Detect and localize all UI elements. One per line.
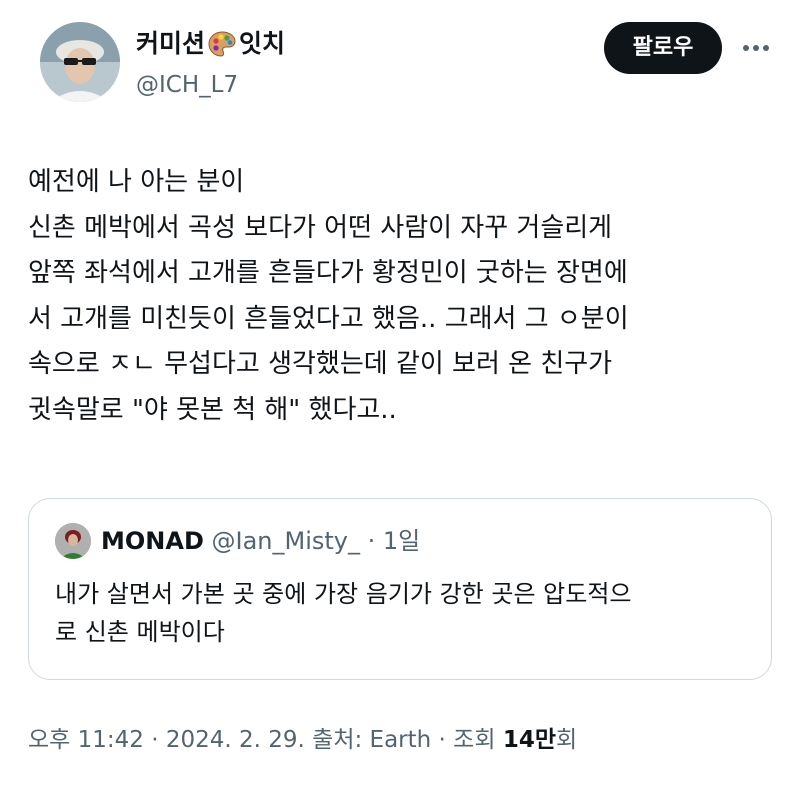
quote-time[interactable]: 1일 <box>383 527 420 555</box>
quoted-tweet[interactable]: MONAD @Ian_Misty_ · 1일 내가 살면서 가본 곳 중에 가장… <box>28 498 772 680</box>
quote-line: 로 신촌 메박이다 <box>55 618 225 646</box>
tweet-time[interactable]: 오후 11:42 <box>28 727 144 753</box>
tweet-text: 예전에 나 아는 분이 신촌 메박에서 곡성 보다가 어떤 사람이 자꾸 거슬리… <box>28 160 778 433</box>
quote-author-name[interactable]: MONAD <box>101 527 204 555</box>
tweet-meta: 오후 11:42 · 2024. 2. 29. 출처: Earth · 조회 1… <box>28 720 577 760</box>
tweet-card: 커미션 잇치 @ICH_L7 팔로우 예전에 나 아는 분이 신촌 메박에서 곡… <box>0 0 800 792</box>
quote-line: 내가 살면서 가본 곳 중에 가장 음기가 강한 곳은 압도적으 <box>55 580 632 608</box>
author-display-name[interactable]: 커미션 잇치 <box>136 28 285 60</box>
author-handle[interactable]: @ICH_L7 <box>136 70 238 100</box>
more-horizontal-icon[interactable] <box>738 30 774 66</box>
quote-separator: · <box>360 527 383 555</box>
display-name-prefix: 커미션 <box>136 29 206 58</box>
tweet-date[interactable]: 2024. 2. 29. <box>166 727 305 753</box>
quote-header: MONAD @Ian_Misty_ · 1일 <box>101 521 420 561</box>
quote-author-avatar[interactable] <box>55 523 91 559</box>
tweet-line: 앞쪽 좌석에서 고개를 흔들다가 황정민이 굿하는 장면에 <box>28 258 628 288</box>
follow-button[interactable]: 팔로우 <box>604 22 722 74</box>
tweet-line: 서 고개를 미친듯이 흔들었다고 했음.. 그래서 그 ㅇ분이 <box>28 303 629 334</box>
tweet-line: 신촌 메박에서 곡성 보다가 어떤 사람이 자꾸 거슬리게 <box>28 212 613 243</box>
author-avatar[interactable] <box>40 22 120 102</box>
views-suffix: 회 <box>555 727 578 753</box>
palette-icon <box>207 29 237 59</box>
views-count[interactable]: 14만 <box>503 727 556 753</box>
tweet-line: 귓속말로 "야 못본 척 해" 했다고.. <box>28 394 397 425</box>
display-name-suffix: 잇치 <box>239 29 286 58</box>
tweet-line: 속으로 ㅈㄴ 무섭다고 생각했는데 같이 보러 온 친구가 <box>28 349 613 379</box>
quote-author-handle[interactable]: @Ian_Misty_ <box>212 527 361 555</box>
meta-separator: · <box>431 727 454 753</box>
tweet-source: 출처: Earth <box>312 727 432 753</box>
meta-separator: · <box>143 727 166 753</box>
quote-text: 내가 살면서 가본 곳 중에 가장 음기가 강한 곳은 압도적으 로 신촌 메박… <box>55 575 755 651</box>
tweet-line: 예전에 나 아는 분이 <box>28 167 245 197</box>
views-prefix: 조회 <box>453 727 503 753</box>
